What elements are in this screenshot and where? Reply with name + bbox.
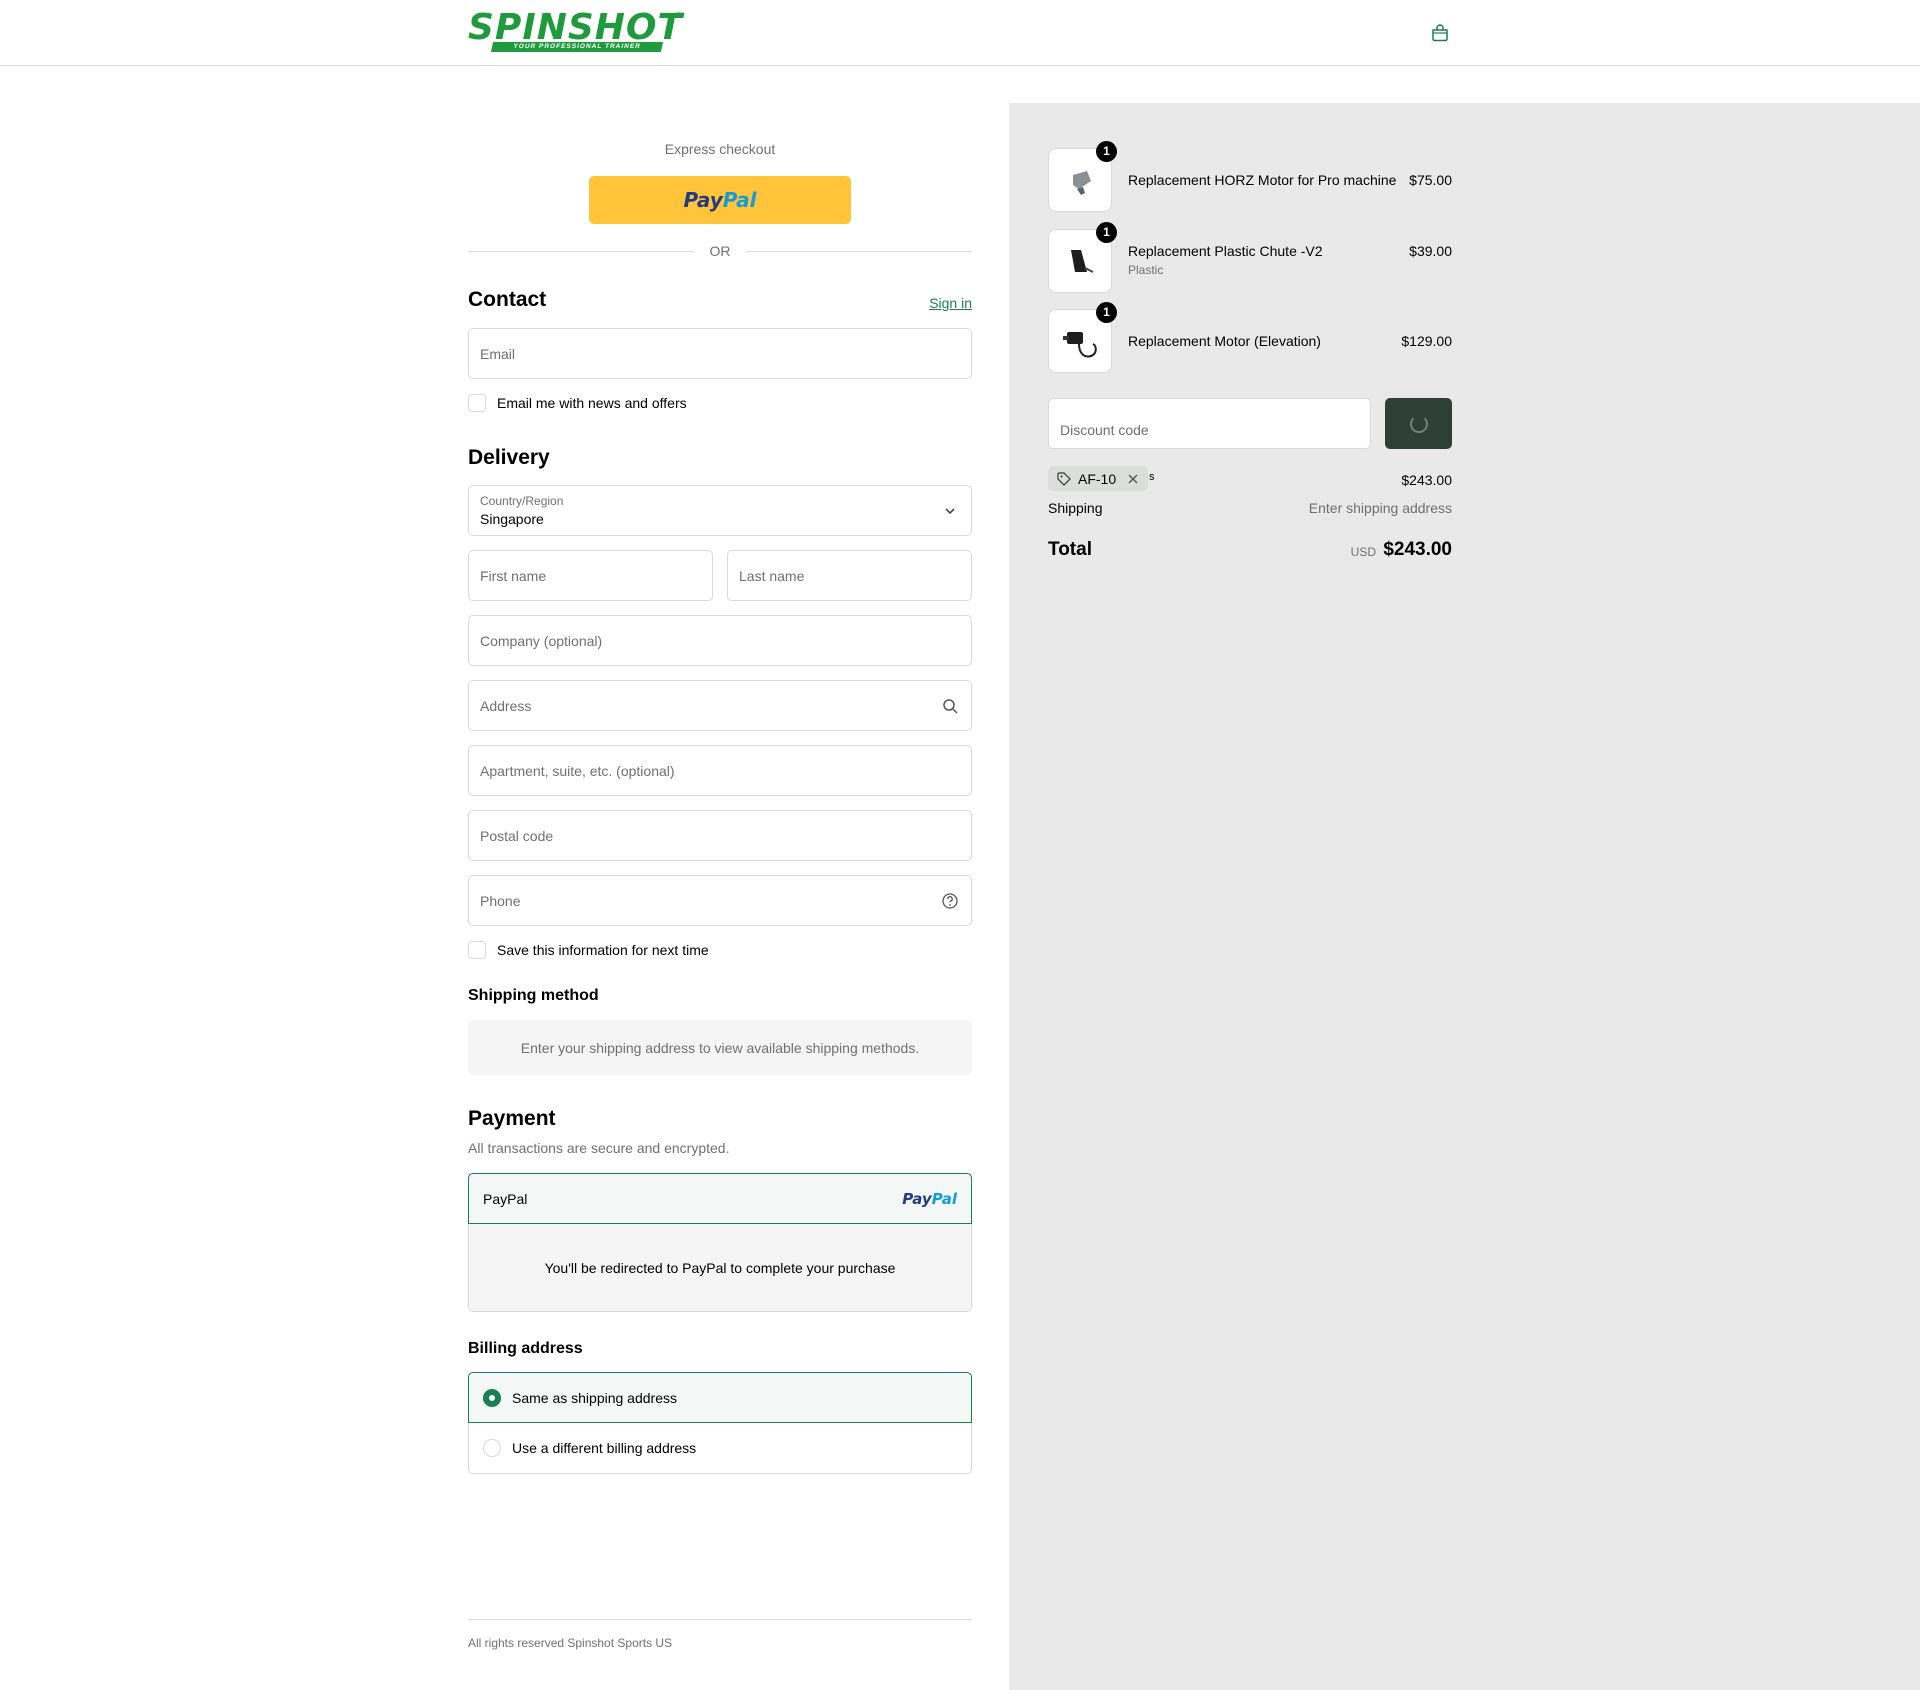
item-variant: Plastic <box>1128 263 1164 277</box>
quantity-badge: 1 <box>1096 222 1117 243</box>
sign-in-link[interactable]: Sign in <box>900 295 972 311</box>
apartment-field[interactable]: Apartment, suite, etc. (optional) <box>468 745 972 796</box>
logo-tagline: YOUR PROFESSIONAL TRAINER <box>490 42 664 52</box>
loading-spinner-icon <box>1409 414 1428 433</box>
search-icon[interactable] <box>941 697 959 715</box>
contact-heading: Contact <box>468 288 547 311</box>
payment-option-name: PayPal <box>483 1191 528 1207</box>
quantity-badge: 1 <box>1096 141 1117 162</box>
postal-code-field[interactable]: Postal code <box>468 810 972 861</box>
delivery-heading: Delivery <box>468 446 550 469</box>
remove-discount-icon[interactable] <box>1126 472 1140 486</box>
billing-same-radio[interactable] <box>483 1389 501 1407</box>
save-info-checkbox-row[interactable]: Save this information for next time <box>468 940 709 960</box>
paypal-logo: PayPal <box>902 1190 957 1208</box>
payment-secure-text: All transactions are secure and encrypte… <box>468 1140 730 1156</box>
subtotal-value: $243.00 <box>1401 472 1452 488</box>
logo-wordmark: SPINSHOT <box>468 7 684 48</box>
elevation-motor-product-image <box>1063 332 1097 358</box>
total-currency: USD <box>1350 545 1376 559</box>
total-label: Total <box>1048 539 1092 560</box>
company-placeholder: Company (optional) <box>480 633 603 649</box>
address-field[interactable]: Address <box>468 680 972 731</box>
country-select[interactable]: Country/Region Singapore <box>468 485 972 536</box>
or-divider: OR <box>468 241 972 261</box>
item-title: Replacement HORZ Motor for Pro machine <box>1128 172 1397 188</box>
item-title: Replacement Plastic Chute -V2 <box>1128 243 1323 259</box>
phone-field[interactable]: Phone <box>468 875 972 926</box>
order-item: 1 Replacement Plastic Chute -V2 Plastic … <box>1048 222 1452 295</box>
shipping-method-heading: Shipping method <box>468 987 599 1004</box>
discount-code-field[interactable]: Discount code <box>1048 398 1371 449</box>
payment-heading: Payment <box>468 1107 556 1130</box>
spinshot-logo[interactable]: SPINSHOT ™ YOUR PROFESSIONAL TRAINER <box>468 10 688 54</box>
item-price: $39.00 <box>1409 243 1452 259</box>
apply-discount-button[interactable] <box>1385 398 1452 449</box>
total-value: $243.00 <box>1383 539 1452 560</box>
product-thumbnail: 1 <box>1048 302 1117 373</box>
phone-placeholder: Phone <box>480 893 521 909</box>
country-label: Country/Region <box>480 494 564 508</box>
shipping-method-note: Enter your shipping address to view avai… <box>468 1020 972 1075</box>
billing-different-radio[interactable] <box>483 1439 501 1457</box>
chute-product-image <box>1071 250 1094 273</box>
news-checkbox-label: Email me with news and offers <box>497 395 687 411</box>
news-checkbox[interactable] <box>468 394 486 412</box>
item-price: $75.00 <box>1409 172 1452 188</box>
shipping-label: Shipping <box>1048 500 1103 516</box>
discount-tag-tail: s <box>1149 471 1155 483</box>
item-title: Replacement Motor (Elevation) <box>1128 333 1321 349</box>
last-name-field[interactable]: Last name <box>727 550 972 601</box>
item-price: $129.00 <box>1401 333 1452 349</box>
address-placeholder: Address <box>480 698 532 714</box>
footer-divider <box>468 1619 972 1620</box>
last-name-placeholder: Last name <box>739 568 805 584</box>
paypal-payment-option[interactable]: PayPal PayPal <box>468 1173 972 1224</box>
logo-trademark: ™ <box>676 12 683 19</box>
paypal-redirect-note: You'll be redirected to PayPal to comple… <box>468 1224 972 1312</box>
billing-same-option[interactable]: Same as shipping address <box>468 1372 972 1423</box>
shopping-bag-icon[interactable] <box>1430 23 1450 43</box>
motor-product-image <box>1073 171 1091 195</box>
shipping-row: Shipping Enter shipping address <box>1048 500 1452 516</box>
news-checkbox-row[interactable]: Email me with news and offers <box>468 393 687 413</box>
header: SPINSHOT ™ YOUR PROFESSIONAL TRAINER <box>0 0 1920 66</box>
discount-tag: AF-10 <box>1048 466 1149 491</box>
product-thumbnail: 1 <box>1048 222 1117 293</box>
order-item: 1 Replacement HORZ Motor for Pro machine… <box>1048 141 1452 214</box>
paypal-express-button[interactable]: PayPal <box>589 176 851 224</box>
country-value: Singapore <box>480 511 544 527</box>
chevron-down-icon <box>945 508 955 515</box>
first-name-field[interactable]: First name <box>468 550 713 601</box>
billing-same-label: Same as shipping address <box>512 1390 677 1406</box>
company-field[interactable]: Company (optional) <box>468 615 972 666</box>
discount-code-placeholder: Discount code <box>1060 422 1149 438</box>
first-name-placeholder: First name <box>480 568 547 584</box>
email-field[interactable]: Email <box>468 328 972 379</box>
save-info-checkbox[interactable] <box>468 941 486 959</box>
billing-different-label: Use a different billing address <box>512 1440 697 1456</box>
billing-heading: Billing address <box>468 1340 583 1357</box>
postal-code-placeholder: Postal code <box>480 828 554 844</box>
tag-icon <box>1057 471 1071 486</box>
product-thumbnail: 1 <box>1048 141 1117 212</box>
divider-line <box>746 251 972 252</box>
order-item: 1 Replacement Motor (Elevation) $129.00 <box>1048 302 1452 375</box>
express-checkout-label: Express checkout <box>664 141 776 157</box>
billing-different-option[interactable]: Use a different billing address <box>468 1423 972 1474</box>
help-circle-icon[interactable] <box>941 892 959 910</box>
shipping-value: Enter shipping address <box>1308 500 1452 516</box>
paypal-logo: PayPal <box>683 188 757 212</box>
footer-copyright: All rights reserved Spinshot Sports US <box>468 1636 673 1650</box>
quantity-badge: 1 <box>1096 302 1117 323</box>
email-placeholder: Email <box>480 346 516 362</box>
total-row: Total USD $243.00 <box>1048 537 1452 561</box>
discount-tag-code: AF-10 <box>1078 470 1117 487</box>
save-info-label: Save this information for next time <box>497 942 709 958</box>
apartment-placeholder: Apartment, suite, etc. (optional) <box>480 763 675 779</box>
